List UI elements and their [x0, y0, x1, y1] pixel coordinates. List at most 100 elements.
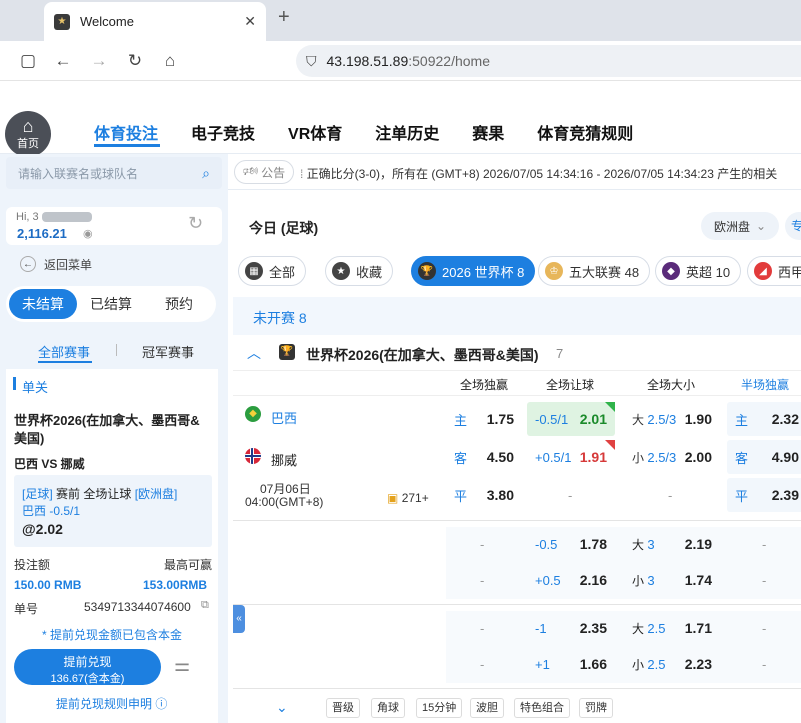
home-button[interactable]: ⌂ 首页 — [5, 111, 51, 157]
nav-bet-history[interactable]: 注单历史 — [375, 120, 439, 144]
close-tab-icon[interactable]: ✕ — [244, 13, 256, 30]
odds-handicap-away[interactable]: +0.5/1 1.91 — [527, 440, 615, 474]
odds-alt-total-3[interactable]: 大 2.5 1.71 — [624, 612, 720, 644]
league-count: 7 — [556, 346, 564, 361]
market-chip-advance[interactable]: 晋级 — [326, 698, 360, 718]
empty-odds: - — [762, 657, 767, 672]
odds-away-win[interactable]: 客 4.50 — [446, 440, 522, 474]
expand-markets-icon[interactable]: ⌄ — [276, 699, 288, 716]
stake-label: 投注额 — [14, 558, 51, 572]
odds-under[interactable]: 小 2.5/3 2.00 — [624, 440, 720, 474]
chevron-down-icon: ⌄ — [755, 219, 767, 233]
market-chip-combo[interactable]: 特色组合 — [514, 698, 570, 718]
chip-world-cup[interactable]: 🏆 2026 世界杯 8 — [411, 256, 536, 286]
back-menu-button[interactable]: ← 返回菜单 — [6, 251, 222, 277]
market-chip-corners[interactable]: 角球 — [371, 698, 405, 718]
odds-half-away[interactable]: 客 4.90 — [727, 440, 801, 474]
announcement-button[interactable]: 🕬 公告 — [234, 160, 294, 184]
nav-results[interactable]: 赛果 — [472, 120, 504, 144]
more-markets-icon: ▣ — [387, 491, 399, 505]
odds-alt-handicap-2[interactable]: +0.5 2.16 — [527, 564, 615, 596]
market-chip-15min[interactable]: 15分钟 — [416, 698, 463, 718]
away-team[interactable]: 挪威 — [271, 450, 297, 469]
trophy-icon: 🏆 — [418, 262, 436, 280]
upcoming-label[interactable]: 未开赛 8 — [253, 308, 307, 328]
col-header-half-moneyline: 半场独赢 — [741, 378, 790, 392]
odds-half-draw[interactable]: 平 2.39 — [727, 478, 801, 512]
browser-tab[interactable]: ★ Welcome ✕ — [44, 2, 266, 41]
col-header-moneyline: 全场独赢 — [460, 378, 509, 392]
odds-alt-total-1[interactable]: 大 3 2.19 — [624, 528, 720, 560]
chip-top-leagues[interactable]: ♔ 五大联赛 48 — [538, 256, 651, 286]
tab-outright-events[interactable]: 冠军赛事 — [142, 342, 194, 361]
back-icon[interactable]: ← — [53, 51, 73, 71]
nav-rules[interactable]: 体育竞猜规则 — [537, 120, 633, 144]
chip-premier-league[interactable]: ◆ 英超 10 — [655, 256, 742, 286]
market-chip-correct-score[interactable]: 波胆 — [470, 698, 504, 718]
cashout-button[interactable]: 提前兑现 136.67(含本金) — [14, 649, 161, 685]
collapse-panel-icon[interactable]: « — [233, 605, 245, 633]
collapse-icon[interactable]: ︿ — [247, 343, 261, 363]
upcoming-bar — [233, 297, 801, 335]
odds-alt-handicap-4[interactable]: +1 1.66 — [527, 648, 615, 680]
search-input[interactable]: 请输入联赛名或球队名 ⌕ — [6, 157, 222, 189]
brazil-flag-icon: ◆ — [245, 406, 261, 422]
nav-active-indicator — [94, 144, 160, 147]
tab-all-events[interactable]: 全部赛事 — [38, 342, 90, 361]
bet-status-tabs: 未结算 已结算 预约 — [6, 286, 216, 322]
bet-odds: @2.02 — [22, 521, 63, 537]
odds-half-home[interactable]: 主 2.32 — [727, 402, 801, 436]
eye-icon[interactable]: ◉ — [83, 227, 93, 240]
forward-icon[interactable]: → — [89, 51, 109, 71]
cashout-rules-link[interactable]: 提前兑现规则申明 ⓘ — [56, 695, 167, 712]
divider — [233, 688, 801, 689]
nav-vr-sports[interactable]: VR体育 — [288, 120, 342, 144]
odds-over[interactable]: 大 2.5/3 1.90 — [624, 402, 720, 436]
odds-down-indicator — [605, 440, 615, 450]
tab-title: Welcome — [80, 14, 134, 29]
odds-alt-handicap-3[interactable]: -1 2.35 — [527, 612, 615, 644]
empty-odds: - — [568, 488, 573, 503]
nav-sports[interactable]: 体育投注 — [94, 120, 158, 144]
bet-detail-line1: [足球] 赛前 全场让球 [欧洲盘] — [22, 487, 178, 501]
search-icon[interactable]: ⌕ — [202, 165, 210, 182]
cashout-amount: 136.67(含本金) — [50, 673, 125, 685]
sidebar-toggle-icon[interactable]: ▢ — [18, 51, 38, 71]
odds-home-win[interactable]: 主 1.75 — [446, 402, 522, 436]
more-markets[interactable]: ▣ 271+ — [387, 491, 429, 505]
home-team[interactable]: 巴西 — [271, 408, 297, 427]
chip-favorites[interactable]: ★ 收藏 — [325, 256, 394, 286]
ticket-number: 5349713344074600 — [84, 600, 191, 614]
empty-odds: - — [762, 537, 767, 552]
refresh-icon[interactable]: ↻ — [188, 213, 203, 234]
divider — [233, 520, 801, 521]
tab-reserved[interactable]: 预约 — [145, 289, 213, 319]
norway-flag-icon — [245, 448, 261, 464]
home-icon[interactable]: ⌂ — [160, 51, 180, 71]
odds-handicap-home[interactable]: -0.5/1 2.01 — [527, 402, 615, 436]
copy-icon[interactable]: ⧉ — [201, 599, 209, 612]
bet-match: 巴西 VS 挪威 — [14, 457, 85, 471]
nav-esports[interactable]: 电子竞技 — [191, 120, 255, 144]
tab-settled[interactable]: 已结算 — [77, 289, 145, 319]
slider-settings-icon[interactable]: ⚌ — [174, 655, 190, 676]
odds-format-select[interactable]: 欧洲盘 ⌄ — [701, 212, 779, 240]
empty-odds: - — [480, 657, 485, 672]
reload-icon[interactable]: ↻ — [125, 51, 145, 71]
odds-alt-total-2[interactable]: 小 3 1.74 — [624, 564, 720, 596]
odds-alt-handicap-1[interactable]: -0.5 1.78 — [527, 528, 615, 560]
section-single: 单关 — [22, 380, 49, 395]
chip-all[interactable]: ▦ 全部 — [238, 256, 307, 286]
greeting: Hi, 3 — [16, 211, 39, 223]
world-cup-icon: 🏆 — [279, 344, 295, 360]
odds-draw[interactable]: 平 3.80 — [446, 478, 522, 512]
tab-unsettled[interactable]: 未结算 — [9, 289, 77, 319]
market-chip-cards[interactable]: 罚牌 — [579, 698, 613, 718]
site-favicon-icon: ★ — [54, 13, 70, 30]
site-info-icon[interactable]: ⛉ — [306, 53, 317, 70]
col-header-totals: 全场大小 — [647, 378, 696, 392]
new-tab-icon[interactable]: + — [278, 6, 290, 29]
chip-laliga[interactable]: ◢ 西甲 — [747, 256, 801, 286]
odds-alt-total-4[interactable]: 小 2.5 2.23 — [624, 648, 720, 680]
address-bar[interactable]: ⛉ 43.198.51.89:50922/home — [296, 45, 801, 77]
